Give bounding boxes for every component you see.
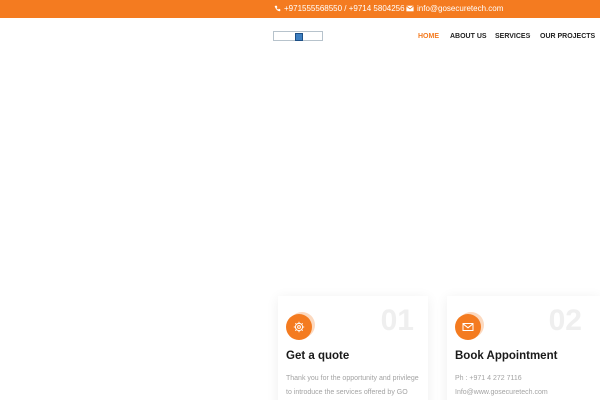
card-title: Book Appointment bbox=[455, 350, 558, 362]
feature-card-appointment: 02 Book Appointment Ph : +971 4 272 7116… bbox=[447, 296, 600, 400]
nav-item-our-projects[interactable]: OUR PROJECTS bbox=[540, 32, 595, 42]
top-contact-bar: +971555568550 / +9714 5804256 info@gosec… bbox=[0, 0, 600, 18]
nav-item-home[interactable]: HOME bbox=[418, 32, 439, 42]
envelope-icon bbox=[406, 5, 414, 12]
phone-text: +971555568550 / +9714 5804256 bbox=[284, 4, 405, 13]
phone-contact[interactable]: +971555568550 / +9714 5804256 bbox=[274, 0, 405, 18]
card-phone-line: Ph : +971 4 272 7116 bbox=[455, 375, 522, 382]
card-title: Get a quote bbox=[286, 350, 350, 362]
gear-icon bbox=[293, 321, 305, 333]
services-expand-icon[interactable]: + bbox=[526, 31, 531, 41]
site-header: HOME ABOUT US SERVICES + OUR PROJECTS bbox=[0, 18, 600, 56]
email-contact[interactable]: info@gosecuretech.com bbox=[406, 0, 503, 18]
card-number: 02 bbox=[548, 304, 582, 337]
card-description-line: to introduce the services offered by GO bbox=[286, 389, 408, 396]
envelope-icon bbox=[462, 323, 474, 331]
nav-item-about-us[interactable]: ABOUT US bbox=[450, 32, 487, 42]
card-description: Ph : +971 4 272 7116 Info@www.gosecurete… bbox=[455, 372, 595, 400]
page: +971555568550 / +9714 5804256 info@gosec… bbox=[0, 0, 600, 400]
card-description-line: Thank you for the opportunity and privil… bbox=[286, 375, 419, 382]
card-icon-badge bbox=[286, 314, 312, 340]
nav-item-services[interactable]: SERVICES bbox=[495, 32, 530, 42]
card-icon-badge bbox=[455, 314, 481, 340]
main-nav: HOME ABOUT US SERVICES + OUR PROJECTS bbox=[0, 18, 600, 56]
card-email-line[interactable]: Info@www.gosecuretech.com bbox=[455, 386, 595, 400]
email-text: info@gosecuretech.com bbox=[417, 4, 504, 13]
phone-icon bbox=[274, 5, 281, 12]
feature-card-quote: 01 Get a quote Thank you for the opportu… bbox=[278, 296, 428, 400]
card-number: 01 bbox=[380, 304, 414, 337]
card-description: Thank you for the opportunity and privil… bbox=[286, 372, 426, 400]
